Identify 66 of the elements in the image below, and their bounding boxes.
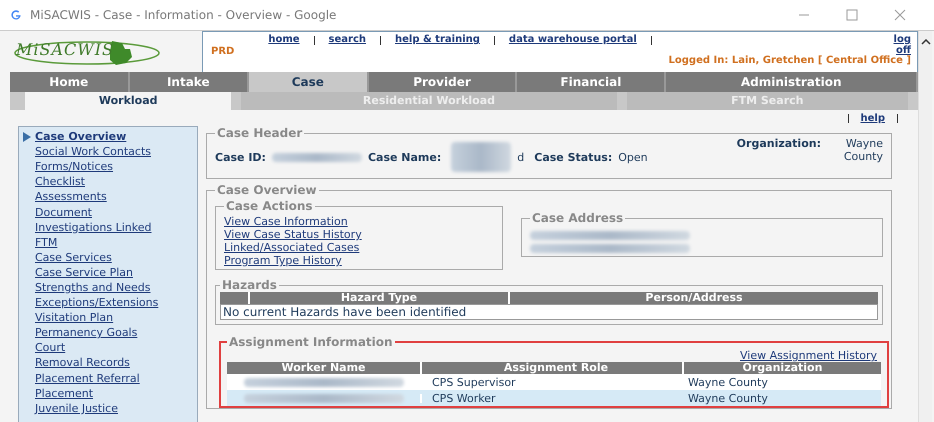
table-cell-text: Wayne County bbox=[687, 376, 769, 388]
sidebar-link[interactable]: Visitation Plan bbox=[35, 311, 114, 324]
close-icon[interactable] bbox=[894, 9, 906, 21]
sidebar-link[interactable]: Assessments bbox=[35, 190, 107, 204]
section-title: Case Overview bbox=[216, 183, 318, 197]
section-title: Hazards bbox=[221, 278, 278, 292]
nav-tab[interactable]: Case bbox=[249, 72, 369, 92]
section-title: Assignment Information bbox=[228, 335, 394, 349]
field-label: Case ID: bbox=[215, 150, 266, 164]
table-row[interactable]: CPS Supervisor Wayne County bbox=[227, 374, 881, 390]
sidebar-link[interactable]: Strengths and Needs bbox=[35, 280, 150, 294]
section-title: Case Address bbox=[531, 211, 624, 225]
header-link[interactable]: data warehouse portal bbox=[508, 34, 637, 45]
field-label: Organization: bbox=[736, 137, 821, 150]
sidebar-link[interactable]: Exceptions/Extensions bbox=[35, 296, 158, 310]
sidebar-link[interactable]: Investigations Linked bbox=[35, 220, 152, 234]
maximize-icon[interactable] bbox=[846, 9, 858, 21]
sidebar-link[interactable]: Juvenile Justice bbox=[35, 402, 118, 415]
help-link[interactable]: help bbox=[860, 112, 885, 124]
header-link[interactable]: search bbox=[328, 34, 366, 45]
column-header: Hazard Type bbox=[250, 292, 510, 304]
sidebar-link[interactable]: FTM bbox=[35, 236, 58, 249]
header-link[interactable]: help & training bbox=[395, 34, 480, 45]
table-row[interactable]: CPS Worker Wayne County bbox=[227, 390, 881, 406]
column-header: Assignment Role bbox=[422, 362, 684, 374]
column-header: Organization bbox=[742, 362, 822, 374]
sidebar-link[interactable]: Social Work Contacts bbox=[35, 145, 151, 158]
history-link[interactable]: View Assignment History bbox=[740, 349, 877, 362]
column-header: Person/Address bbox=[644, 292, 744, 304]
sidebar-link[interactable]: Case Overview bbox=[35, 130, 126, 144]
action-link[interactable]: Linked/Associated Cases bbox=[224, 241, 494, 254]
section-title: Case Header bbox=[216, 126, 304, 140]
header-link[interactable]: log off bbox=[889, 34, 911, 56]
field-label: Case Name: bbox=[368, 150, 442, 164]
sidebar-link[interactable]: Placement Referral bbox=[35, 372, 140, 385]
action-link[interactable]: View Case Status History bbox=[224, 228, 494, 241]
logged-in-text: Logged In: Lain, Gretchen [ Central Office ] bbox=[668, 55, 911, 66]
sidebar-link[interactable]: Placement bbox=[35, 386, 94, 400]
scroll-up-icon[interactable] bbox=[920, 39, 930, 45]
sidebar-link[interactable]: Court bbox=[35, 341, 66, 354]
sidebar-link[interactable]: Permanency Goals bbox=[35, 326, 138, 340]
redacted-value bbox=[451, 142, 512, 172]
field-label: Case Status: bbox=[534, 150, 612, 164]
action-link[interactable]: View Case Information bbox=[224, 215, 494, 228]
scrollbar[interactable] bbox=[918, 31, 932, 422]
window-title: MiSACWIS - Case - Information - Overview - Google bbox=[30, 8, 338, 22]
field-value: d bbox=[517, 150, 524, 164]
sidebar-link[interactable]: Case Service Plan bbox=[35, 266, 133, 279]
sidebar-link[interactable]: Document bbox=[35, 206, 92, 219]
section-title: Case Actions bbox=[225, 199, 314, 213]
sub-tab[interactable]: Workload bbox=[25, 92, 232, 110]
sidebar-link[interactable]: Forms/Notices bbox=[35, 160, 114, 174]
field-value: Wayne County bbox=[842, 137, 883, 163]
sidebar-link[interactable]: Removal Records bbox=[35, 356, 130, 370]
column-header: Worker Name bbox=[227, 362, 422, 374]
sidebar-link[interactable]: Case Services bbox=[35, 250, 112, 264]
action-link[interactable]: Program Type History bbox=[224, 254, 494, 267]
empty-message: No current Hazards have been identified bbox=[220, 304, 878, 320]
table-cell-text: CPS Worker bbox=[431, 392, 497, 404]
sidebar-link[interactable]: Checklist bbox=[35, 175, 85, 188]
field-value: Open bbox=[618, 150, 648, 164]
table-cell-text: Wayne County bbox=[687, 392, 769, 404]
table-cell-text: CPS Supervisor bbox=[431, 376, 517, 388]
header-link[interactable]: home bbox=[268, 34, 300, 45]
environment-label: PRD bbox=[211, 46, 234, 57]
browser-logo-icon bbox=[10, 9, 22, 21]
